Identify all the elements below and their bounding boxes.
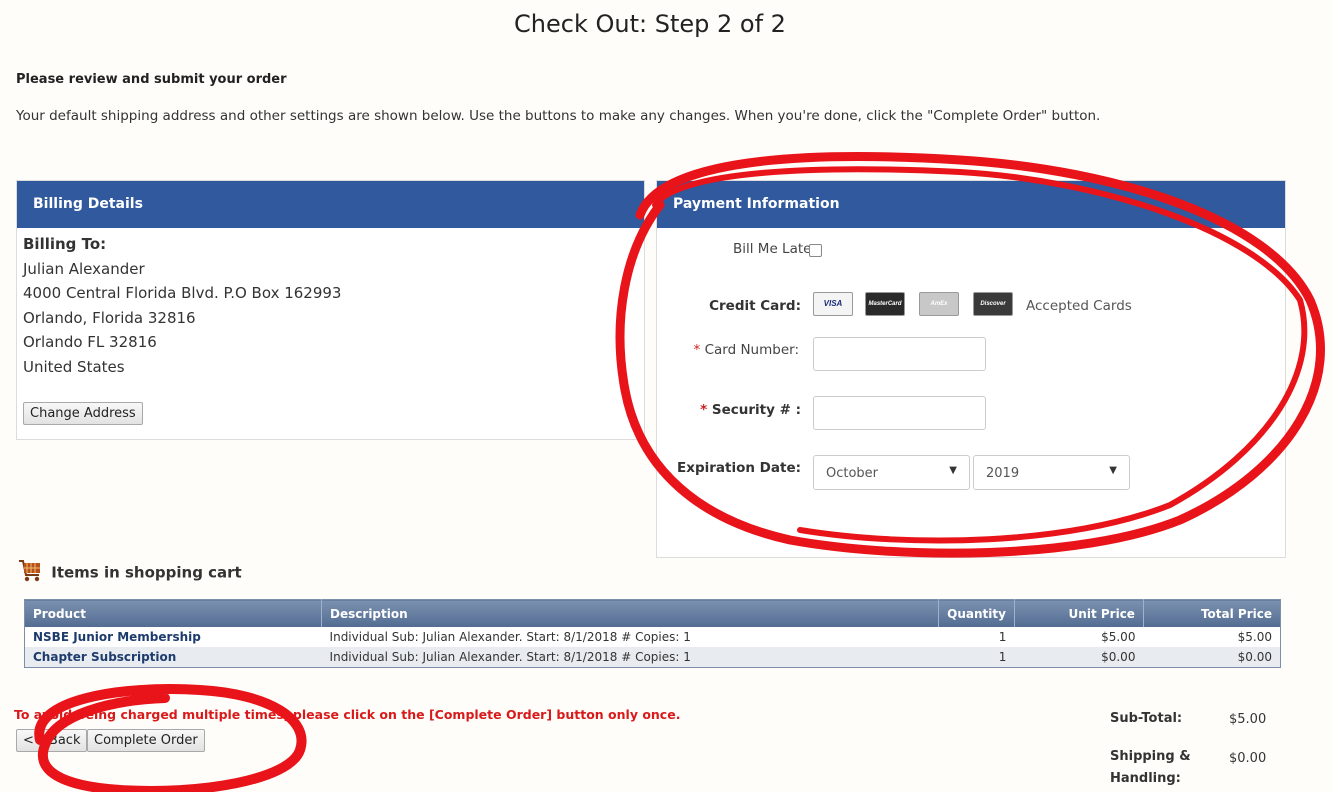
single-click-warning: To avoid being charged multiple times, p… [14,707,681,722]
bill-me-later-label: Bill Me Later [733,241,817,257]
security-label: * Security # : [641,402,801,418]
billing-line-city: Orlando, Florida 32816 [23,308,196,327]
expiration-date-label: Expiration Date: [677,460,801,476]
security-code-input[interactable] [813,396,986,430]
billing-to-label: Billing To: [23,235,107,253]
cell-product: Chapter Subscription [24,647,322,668]
cart-heading: Items in shopping cart [18,558,242,588]
subtotal-value: $5.00 [1229,712,1267,727]
billing-details-heading: Billing Details [17,181,644,228]
back-button[interactable]: << Back [16,729,88,752]
subtotal-label: Sub-Total: [1110,711,1183,726]
shipping-value: $0.00 [1229,751,1267,766]
col-unit-price[interactable]: Unit Price [1014,599,1144,627]
card-number-label-text: Card Number: [704,342,799,358]
billing-line-name: Julian Alexander [23,259,145,278]
table-row: NSBE Junior Membership Individual Sub: J… [24,627,1281,647]
cart-table: Product Description Quantity Unit Price … [24,599,1281,668]
visa-card-icon: VISA [813,292,853,316]
shipping-label: Shipping & Handling: [1110,746,1191,790]
cell-total-price: $5.00 [1143,627,1281,647]
billing-line-street: 4000 Central Florida Blvd. P.O Box 16299… [23,284,342,302]
card-number-input[interactable] [813,337,986,371]
cell-quantity: 1 [938,647,1015,668]
billing-line-city-zip: Orlando FL 32816 [23,333,157,351]
security-label-text: Security # : [711,402,801,418]
cell-description: Individual Sub: Julian Alexander. Start:… [321,627,939,647]
table-row: Chapter Subscription Individual Sub: Jul… [24,647,1281,668]
cell-description: Individual Sub: Julian Alexander. Start:… [321,647,939,668]
cell-product: NSBE Junior Membership [24,627,322,647]
cell-unit-price: $0.00 [1014,647,1144,668]
page-subtitle: Please review and submit your order [16,72,287,87]
cell-total-price: $0.00 [1143,647,1281,668]
card-number-required-mark: * [693,342,701,358]
card-number-label: * Card Number: [639,342,799,358]
col-total-price[interactable]: Total Price [1143,599,1281,627]
expiration-month-value: October [826,466,879,481]
expiration-year-value: 2019 [986,466,1020,481]
shipping-label-line2: Handling: [1110,771,1181,786]
security-required-mark: * [700,402,708,418]
payment-information-panel: Payment Information Bill Me Later Credit… [656,180,1286,558]
payment-information-heading: Payment Information [657,181,1285,228]
shipping-label-line1: Shipping & [1110,749,1191,764]
col-quantity[interactable]: Quantity [938,599,1015,627]
cell-quantity: 1 [938,627,1015,647]
credit-card-label: Credit Card: [709,298,801,314]
page-title: Check Out: Step 2 of 2 [514,10,786,38]
billing-line-country: United States [23,357,125,376]
amex-card-icon: AmEx [919,292,959,316]
expiration-year-select[interactable]: 2019 ▼ [973,455,1130,490]
select-arrow-icon: ▼ [1109,465,1117,476]
cell-unit-price: $5.00 [1014,627,1144,647]
select-arrow-icon: ▼ [949,465,957,476]
discover-card-icon: Discover [973,292,1013,316]
change-address-button[interactable]: Change Address [23,402,143,425]
checkout-page: Check Out: Step 2 of 2 Please review and… [0,0,1333,792]
page-intro: Your default shipping address and other … [16,108,1101,124]
accepted-cards-label: Accepted Cards [1026,298,1132,314]
shopping-cart-icon [18,558,42,588]
col-product[interactable]: Product [24,599,323,627]
bill-me-later-checkbox[interactable] [809,244,822,257]
billing-address: Billing To: Julian Alexander 4000 Centra… [17,228,644,383]
expiration-month-select[interactable]: October ▼ [813,455,970,490]
col-description[interactable]: Description [321,599,940,627]
cart-header-row: Product Description Quantity Unit Price … [24,599,1281,627]
cart-heading-text: Items in shopping cart [51,563,242,582]
mastercard-card-icon: MasterCard [865,292,905,316]
billing-details-panel: Billing Details Billing To: Julian Alexa… [16,180,645,440]
complete-order-button[interactable]: Complete Order [87,729,205,752]
